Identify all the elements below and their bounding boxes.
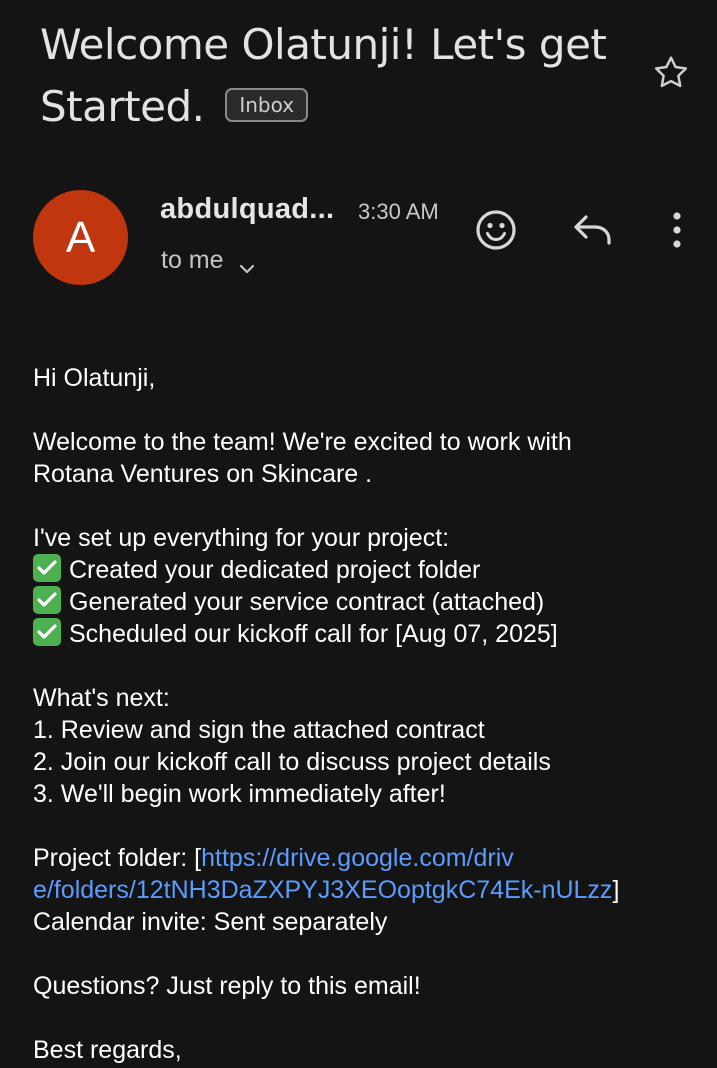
next-heading: What's next:	[33, 684, 170, 712]
recipient-text: to me	[161, 246, 224, 274]
folder-label: Project folder: [	[33, 844, 202, 872]
email-time: 3:30 AM	[358, 199, 439, 224]
link-part-1[interactable]: https://drive.google.com/driv	[201, 844, 514, 872]
signoff: Best regards,	[33, 1036, 182, 1064]
intro-line: Rotana Ventures on Skincare .	[33, 460, 373, 488]
setup-heading: I've set up everything for your project:	[33, 524, 450, 552]
inbox-label-badge[interactable]: Inbox	[225, 87, 309, 122]
checklist-item: Scheduled our kickoff call for [Aug 07, …	[33, 618, 713, 650]
step-item: 3. We'll begin work immediately after!	[33, 780, 446, 808]
link-part-2[interactable]: e/folders/12tNH3DaZXPYJ3XEOoptgkC74Ek-nU…	[33, 876, 612, 904]
checklist-text: Generated your service contract (attache…	[69, 588, 545, 616]
star-icon[interactable]	[651, 53, 691, 93]
check-mark-button-emoji	[33, 554, 61, 582]
step-item: 2. Join our kickoff call to discuss proj…	[33, 748, 551, 776]
check-mark-button-emoji	[33, 618, 61, 646]
chevron-down-icon	[238, 254, 256, 273]
step-item: 1. Review and sign the attached contract	[33, 716, 485, 744]
checklist-text: Scheduled our kickoff call for [Aug 07, …	[69, 620, 558, 648]
folder-line: Project folder: [https://drive.google.co…	[33, 842, 713, 906]
checklist-item: Created your dedicated project folder	[33, 554, 713, 586]
emoji-react-icon[interactable]	[474, 208, 518, 252]
questions-line: Questions? Just reply to this email!	[33, 972, 421, 1000]
more-vert-icon[interactable]	[667, 210, 687, 250]
subject-text: Welcome Olatunji! Let's get Started.	[40, 20, 607, 131]
checklist-text: Created your dedicated project folder	[69, 556, 481, 584]
email-body: Hi Olatunji, Welcome to the team! We're …	[33, 362, 713, 1066]
greeting: Hi Olatunji,	[33, 364, 156, 392]
checklist-item: Generated your service contract (attache…	[33, 586, 713, 618]
reply-icon[interactable]	[572, 213, 614, 247]
check-mark-button-emoji	[33, 586, 61, 614]
recipient-details-toggle[interactable]: to me	[161, 246, 256, 275]
calendar-line: Calendar invite: Sent separately	[33, 908, 388, 936]
intro-line: Welcome to the team! We're excited to wo…	[33, 428, 572, 456]
sender-avatar[interactable]: A	[33, 190, 128, 285]
folder-close: ]	[612, 876, 620, 904]
email-subject: Welcome Olatunji! Let's get Started. Inb…	[40, 14, 630, 138]
sender-name[interactable]: abdulquad...	[160, 193, 334, 226]
